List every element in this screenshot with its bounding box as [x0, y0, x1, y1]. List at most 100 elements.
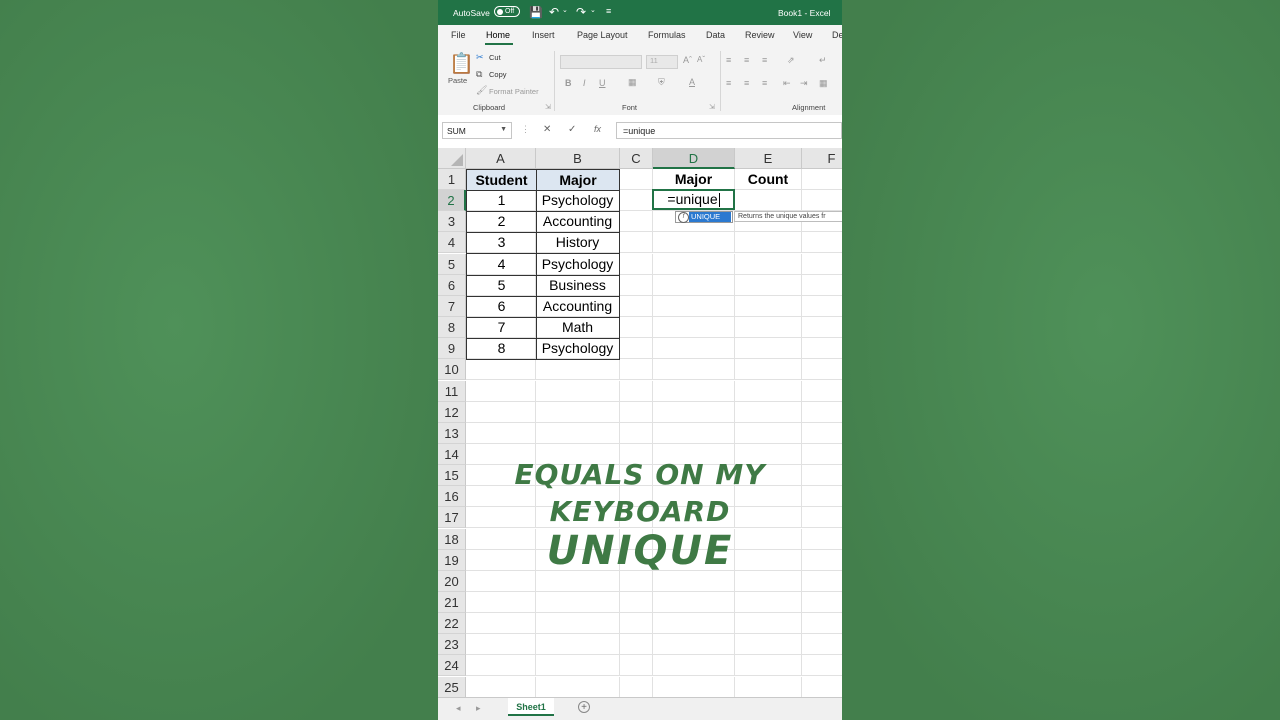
cell[interactable] [735, 655, 802, 677]
cut-icon[interactable]: ✂ [476, 52, 484, 63]
underline-icon[interactable]: U [599, 78, 606, 88]
tab-data[interactable]: Data [706, 30, 725, 40]
cut-button[interactable]: Cut [489, 53, 501, 62]
font-size-select[interactable]: 11 [646, 55, 678, 69]
row-header-11[interactable]: 11 [438, 380, 466, 402]
cell[interactable] [802, 296, 842, 317]
font-launcher-icon[interactable]: ⇲ [709, 103, 715, 111]
column-header-f[interactable]: F [802, 148, 842, 169]
table-cell-major[interactable]: Psychology [536, 253, 620, 276]
formula-input[interactable]: =unique [616, 122, 842, 139]
orientation-icon[interactable]: ⇗ [787, 55, 795, 66]
cell[interactable] [466, 380, 536, 402]
cell[interactable] [536, 655, 620, 677]
row-header-4[interactable]: 4 [438, 232, 466, 254]
copy-button[interactable]: Copy [489, 70, 507, 79]
cell[interactable] [620, 211, 653, 233]
cell[interactable] [536, 422, 620, 444]
row-header-21[interactable]: 21 [438, 592, 466, 613]
row-header-10[interactable]: 10 [438, 359, 466, 381]
cell[interactable] [536, 676, 620, 698]
table-header-student[interactable]: Student [466, 169, 537, 191]
table-cell-major[interactable]: Psychology [536, 338, 620, 361]
name-box[interactable]: SUM ▼ [442, 122, 512, 139]
row-header-12[interactable]: 12 [438, 401, 466, 423]
cell[interactable] [466, 655, 536, 677]
row-header-25[interactable]: 25 [438, 676, 466, 698]
table-cell-student[interactable]: 6 [466, 295, 537, 318]
table-cell-major[interactable]: Math [536, 317, 620, 340]
cell[interactable] [735, 338, 802, 360]
cell[interactable] [735, 380, 802, 402]
cell[interactable] [620, 592, 653, 613]
cell[interactable] [653, 274, 735, 296]
table-cell-major[interactable]: Accounting [536, 211, 620, 234]
merge-center-icon[interactable]: ▦ [819, 78, 828, 89]
column-header-e[interactable]: E [735, 148, 802, 169]
cell[interactable] [536, 380, 620, 402]
autocomplete-list[interactable]: f UNIQUE [675, 211, 733, 223]
cell[interactable] [802, 381, 842, 402]
cell[interactable] [653, 232, 735, 254]
cell[interactable] [536, 592, 620, 613]
cell[interactable] [653, 359, 735, 381]
cell[interactable] [802, 655, 842, 677]
table-cell-student[interactable]: 4 [466, 253, 537, 276]
tab-developer[interactable]: De [832, 30, 842, 40]
cell[interactable] [466, 613, 536, 635]
tab-home[interactable]: Home [486, 30, 510, 40]
cell[interactable] [735, 613, 802, 635]
cell[interactable] [653, 401, 735, 423]
decrease-font-icon[interactable]: Aˇ [697, 55, 705, 64]
enter-icon[interactable]: ✓ [568, 124, 576, 135]
cell[interactable] [620, 295, 653, 317]
cell[interactable] [802, 190, 842, 212]
table-cell-student[interactable]: 1 [466, 190, 537, 213]
cell[interactable] [466, 634, 536, 656]
bold-icon[interactable]: B [565, 78, 572, 88]
tab-insert[interactable]: Insert [532, 30, 555, 40]
row-header-24[interactable]: 24 [438, 655, 466, 677]
borders-icon[interactable]: ▦ [628, 77, 637, 88]
cell[interactable] [735, 592, 802, 613]
cell[interactable] [653, 338, 735, 360]
cell[interactable] [802, 169, 842, 190]
cell[interactable] [802, 613, 842, 635]
cell[interactable] [620, 190, 653, 212]
row-header-7[interactable]: 7 [438, 295, 466, 317]
table-cell-student[interactable]: 5 [466, 274, 537, 297]
table-cell-student[interactable]: 8 [466, 338, 537, 361]
cell[interactable] [653, 317, 735, 339]
cell[interactable] [802, 254, 842, 275]
cell[interactable] [802, 634, 842, 656]
cell[interactable] [802, 317, 842, 339]
cell[interactable] [620, 380, 653, 402]
paste-icon[interactable]: 📋 [449, 51, 474, 76]
row-header-22[interactable]: 22 [438, 613, 466, 635]
cell[interactable] [735, 401, 802, 423]
align-right-icon[interactable]: ≡ [762, 78, 767, 88]
paste-label[interactable]: Paste [448, 76, 467, 85]
cell[interactable] [653, 253, 735, 275]
cell[interactable] [536, 401, 620, 423]
undo-icon[interactable]: ↶ [549, 5, 559, 19]
cell[interactable] [802, 592, 842, 613]
row-header-2[interactable]: 2 [438, 190, 466, 212]
cell[interactable] [466, 359, 536, 381]
cell[interactable] [735, 634, 802, 656]
cell[interactable] [620, 274, 653, 296]
align-left-icon[interactable]: ≡ [726, 78, 731, 88]
align-middle-icon[interactable]: ≡ [744, 55, 749, 65]
tab-formulas[interactable]: Formulas [648, 30, 686, 40]
cell-d1[interactable]: Major [653, 169, 735, 190]
cell[interactable] [620, 676, 653, 698]
row-header-1[interactable]: 1 [438, 169, 466, 190]
chevron-down-icon[interactable]: ▼ [500, 126, 507, 133]
copy-icon[interactable]: ⧉ [476, 69, 482, 80]
cell[interactable] [802, 359, 842, 381]
prev-sheet-icon[interactable]: ◂ [456, 703, 461, 714]
cell[interactable] [620, 401, 653, 423]
cell[interactable] [620, 338, 653, 360]
cell[interactable] [735, 359, 802, 381]
row-header-6[interactable]: 6 [438, 274, 466, 296]
